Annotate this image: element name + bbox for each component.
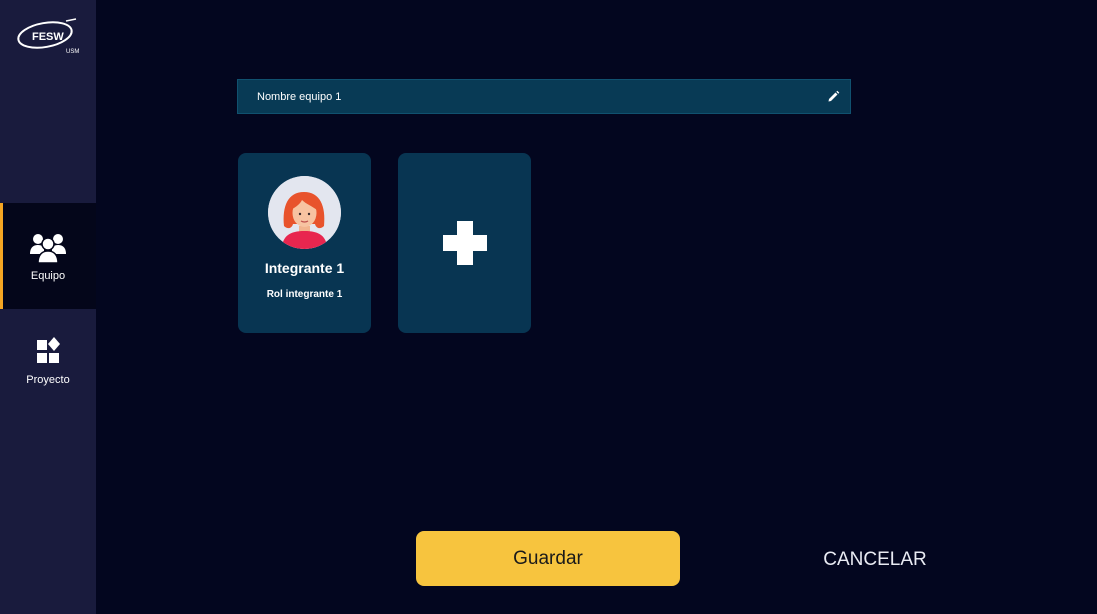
- pencil-icon[interactable]: [827, 90, 840, 103]
- sidebar-item-proyecto[interactable]: Proyecto: [0, 310, 96, 410]
- project-icon: [37, 337, 60, 363]
- member-role: Rol integrante 1: [266, 289, 343, 300]
- plus-icon: [442, 221, 487, 265]
- app-window: FESW USM Equipo Proyecto Nombre equipo 1…: [0, 0, 1097, 614]
- sidebar-item-label: Proyecto: [26, 374, 70, 386]
- sidebar-item-equipo[interactable]: Equipo: [0, 203, 96, 309]
- add-member-button[interactable]: [398, 153, 531, 333]
- sidebar: FESW USM Equipo Proyecto: [0, 0, 96, 614]
- team-name-field[interactable]: Nombre equipo 1: [237, 79, 851, 114]
- svg-text:FESW: FESW: [32, 31, 64, 43]
- sidebar-item-label: Equipo: [30, 270, 66, 282]
- member-name: Integrante 1: [264, 260, 345, 276]
- member-card[interactable]: Integrante 1 Rol integrante 1: [238, 153, 371, 333]
- fesw-logo: FESW USM: [17, 18, 79, 55]
- team-icon: [30, 234, 66, 264]
- cancel-button[interactable]: CANCELAR: [790, 540, 960, 580]
- svg-text:USM: USM: [66, 49, 79, 55]
- female-avatar-icon: [268, 176, 341, 249]
- team-name-text: Nombre equipo 1: [257, 90, 342, 103]
- save-button[interactable]: Guardar: [416, 531, 680, 586]
